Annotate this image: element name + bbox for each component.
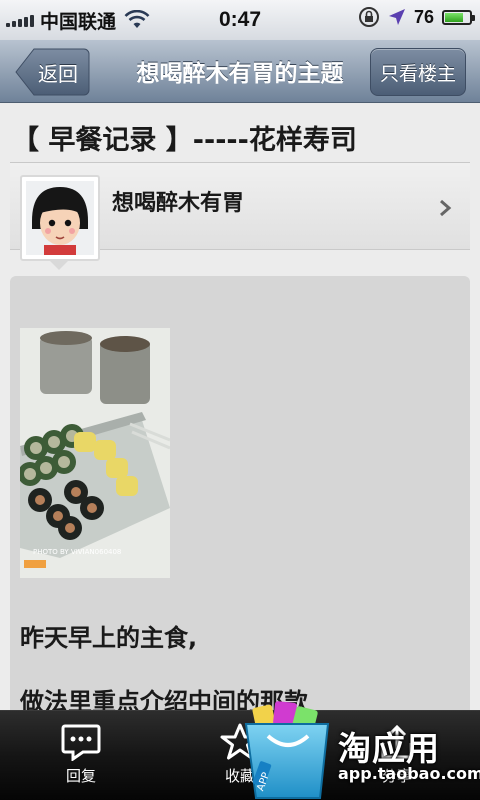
promo-url: app.taobao.com (338, 764, 480, 783)
rotation-lock-icon (358, 7, 379, 27)
back-button-label: 返回 (38, 61, 78, 86)
author-row[interactable]: 想喝醉木有胃 (10, 162, 470, 270)
post-photo[interactable]: PHOTO BY VIVIAN060408 (20, 328, 170, 578)
battery-percent: 76 (413, 6, 434, 27)
app-screen: 中国联通 0:47 76 返回 想喝醉木有胃的主题 只看楼主 【 早餐记录 】-… (0, 0, 480, 800)
comment-icon (61, 724, 101, 761)
taobao-app-promo[interactable]: APP 淘应用 app.taobao.com (238, 698, 480, 800)
post-title: 【 早餐记录 】-----花样寿司 (12, 125, 357, 156)
wifi-icon (124, 10, 150, 28)
avatar[interactable] (20, 175, 100, 261)
signal-strength-icon (6, 13, 34, 27)
navigation-bar: 返回 想喝醉木有胃的主题 只看楼主 (0, 40, 480, 103)
battery-icon (442, 9, 475, 25)
status-bar: 中国联通 0:47 76 (0, 0, 480, 40)
chevron-right-icon (440, 199, 452, 217)
avatar-girl-icon (26, 181, 94, 255)
author-name: 想喝醉木有胃 (112, 191, 245, 216)
reply-tab[interactable]: 回复 (26, 711, 136, 800)
only-op-button[interactable]: 只看楼主 (370, 48, 466, 96)
thread-content[interactable]: 【 早餐记录 】-----花样寿司 想喝醉木有胃 PHOTO BY VIVIAN… (0, 104, 480, 736)
photo-caption: PHOTO BY VIVIAN060408 (33, 548, 122, 556)
post-body: PHOTO BY VIVIAN060408 昨天早上的主食, 做法里重点介绍中间… (10, 276, 470, 736)
promo-title: 淘应用 (338, 729, 440, 768)
sushi-photo-image (20, 328, 170, 578)
location-arrow-icon (388, 9, 405, 25)
carrier-name: 中国联通 (40, 11, 117, 33)
back-button[interactable]: 返回 (14, 48, 90, 96)
post-paragraph: 昨天早上的主食, (20, 624, 198, 652)
page-title: 想喝醉木有胃的主题 (136, 61, 344, 87)
shopping-bag-icon: APP (244, 701, 330, 799)
reply-tab-label: 回复 (65, 767, 96, 785)
